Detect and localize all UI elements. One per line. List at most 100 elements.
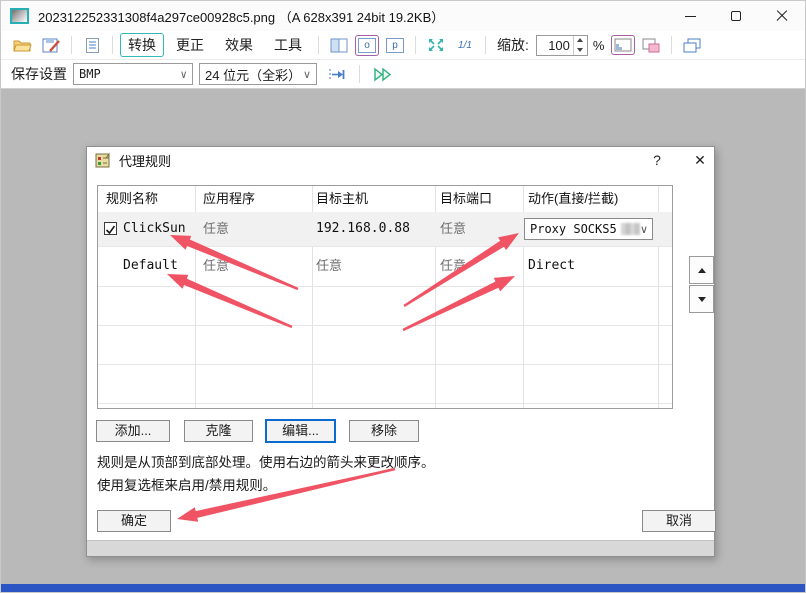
action-value: Proxy SOCKS5 xyxy=(530,222,617,236)
resize-image-button[interactable] xyxy=(638,33,664,57)
cascade-windows-icon xyxy=(683,38,701,53)
up-arrow-icon xyxy=(577,38,583,42)
main-toolbar: 转换 更正 效果 工具 o p 1/1 缩放: 100 xyxy=(1,31,805,60)
toolbar-separator xyxy=(318,36,319,54)
zoom-label: 缩放: xyxy=(497,35,529,55)
rule-name: Default xyxy=(123,246,178,286)
percent-label: % xyxy=(593,38,605,53)
menu-correct[interactable]: 更正 xyxy=(167,33,213,57)
rule-target-host: 192.168.0.88 xyxy=(316,212,410,246)
column-header-target-port[interactable]: 目标端口 xyxy=(440,186,492,212)
grid-line xyxy=(98,403,672,404)
censored-proxy-name xyxy=(621,223,640,235)
app-window: 202312252331308f4a297ce00928c5.png （A 62… xyxy=(0,0,806,593)
clone-button[interactable]: 克隆 xyxy=(184,420,253,442)
add-button[interactable]: 添加... xyxy=(96,420,170,442)
save-button[interactable] xyxy=(38,33,64,57)
table-row-default[interactable]: Default 任意 任意 任意 Direct xyxy=(98,246,672,286)
depth-value: 24 位元（全彩） xyxy=(205,65,297,84)
grid-line xyxy=(98,286,672,287)
split-view-icon xyxy=(330,38,348,53)
move-up-button[interactable] xyxy=(689,256,714,284)
menu-convert[interactable]: 转换 xyxy=(120,33,164,57)
cancel-button[interactable]: 取消 xyxy=(642,510,716,532)
rule-target-port: 任意 xyxy=(440,212,466,246)
column-header-action[interactable]: 动作(直接/拦截) xyxy=(528,186,618,212)
split-view-button[interactable] xyxy=(326,33,352,57)
zoom-increase-button[interactable] xyxy=(574,36,587,46)
jump-to-end-icon xyxy=(328,67,345,82)
zoom-spinbox[interactable]: 100 xyxy=(536,35,588,56)
status-bar xyxy=(1,584,805,592)
zoom-decrease-button[interactable] xyxy=(574,45,587,55)
menu-tools[interactable]: 工具 xyxy=(265,33,311,57)
image-info-button[interactable] xyxy=(79,33,105,57)
color-depth-select[interactable]: 24 位元（全彩） ∨ xyxy=(199,63,317,85)
fast-forward-icon xyxy=(373,67,393,82)
original-view-button[interactable]: o xyxy=(355,35,379,56)
open-folder-icon xyxy=(13,38,32,53)
rule-target-host: 任意 xyxy=(316,246,342,286)
zoom-value[interactable]: 100 xyxy=(537,36,573,55)
canvas-size-icon xyxy=(614,38,632,52)
fit-window-button[interactable] xyxy=(423,33,449,57)
apply-settings-button[interactable] xyxy=(323,62,349,86)
actual-size-button[interactable]: 1/1 xyxy=(452,33,478,57)
move-down-button[interactable] xyxy=(689,285,714,313)
original-view-icon: o xyxy=(358,38,376,53)
maximize-button[interactable] xyxy=(713,1,759,31)
dialog-titlebar: 代理规则 ? ✕ xyxy=(87,147,714,173)
chevron-down-icon: ∨ xyxy=(297,68,311,81)
canvas-size-button[interactable] xyxy=(611,35,635,55)
chevron-down-icon: ∨ xyxy=(640,223,648,236)
dialog-bottom-strip xyxy=(87,540,714,556)
save-settings-label: 保存设置 xyxy=(11,64,67,84)
rule-target-port: 任意 xyxy=(440,246,466,286)
toolbar-separator xyxy=(359,65,360,83)
save-icon xyxy=(42,37,60,54)
rule-application: 任意 xyxy=(203,246,229,286)
action-select[interactable]: Proxy SOCKS5 ∨ xyxy=(524,218,653,240)
minimize-button[interactable] xyxy=(667,1,713,31)
rule-enabled-checkbox[interactable] xyxy=(104,222,117,235)
toolbar-separator xyxy=(112,36,113,54)
format-select[interactable]: BMP ∨ xyxy=(73,63,193,85)
fit-window-icon xyxy=(427,37,445,53)
menu-effects[interactable]: 效果 xyxy=(216,33,262,57)
document-icon xyxy=(85,37,100,54)
proxy-rules-dialog: 代理规则 ? ✕ 规则名称 应用程序 目标主机 目标端口 动作(直接/拦截) xyxy=(86,146,715,557)
table-row-clicksun[interactable]: ClickSun 任意 192.168.0.88 任意 Proxy SOCKS5… xyxy=(98,212,672,246)
open-file-button[interactable] xyxy=(9,33,35,57)
ok-button[interactable]: 确定 xyxy=(97,510,171,532)
dialog-help-button[interactable]: ? xyxy=(645,149,669,171)
batch-convert-button[interactable] xyxy=(370,62,396,86)
rule-name: ClickSun xyxy=(123,212,186,246)
maximize-icon xyxy=(731,11,741,21)
info-line-checkbox: 使用复选框来启用/禁用规则。 xyxy=(97,474,276,494)
rule-action: Direct xyxy=(528,246,575,286)
down-arrow-icon xyxy=(577,48,583,52)
proxy-rules-icon xyxy=(95,152,112,169)
dialog-title: 代理规则 xyxy=(119,151,171,170)
remove-button[interactable]: 移除 xyxy=(349,420,419,442)
grid-line xyxy=(98,325,672,326)
column-header-rule-name[interactable]: 规则名称 xyxy=(106,186,158,212)
toolbar-separator xyxy=(71,36,72,54)
close-button[interactable] xyxy=(759,1,805,31)
preview-view-icon: p xyxy=(386,38,404,53)
window-titlebar: 202312252331308f4a297ce00928c5.png （A 62… xyxy=(1,1,805,31)
preview-view-button[interactable]: p xyxy=(382,33,408,57)
window-title: 202312252331308f4a297ce00928c5.png （A 62… xyxy=(38,7,444,26)
column-header-application[interactable]: 应用程序 xyxy=(203,186,255,212)
close-icon xyxy=(776,10,788,22)
actual-size-icon: 1/1 xyxy=(458,40,472,51)
dialog-close-button[interactable]: ✕ xyxy=(687,149,713,171)
up-arrow-icon xyxy=(698,268,706,273)
app-icon xyxy=(10,8,29,24)
edit-button[interactable]: 编辑... xyxy=(265,419,336,443)
info-line-order: 规则是从顶部到底部处理。使用右边的箭头来更改顺序。 xyxy=(97,451,435,471)
cascade-windows-button[interactable] xyxy=(679,33,705,57)
column-header-target-host[interactable]: 目标主机 xyxy=(316,186,368,212)
save-settings-toolbar: 保存设置 BMP ∨ 24 位元（全彩） ∨ xyxy=(1,60,805,89)
grid-line xyxy=(98,364,672,365)
